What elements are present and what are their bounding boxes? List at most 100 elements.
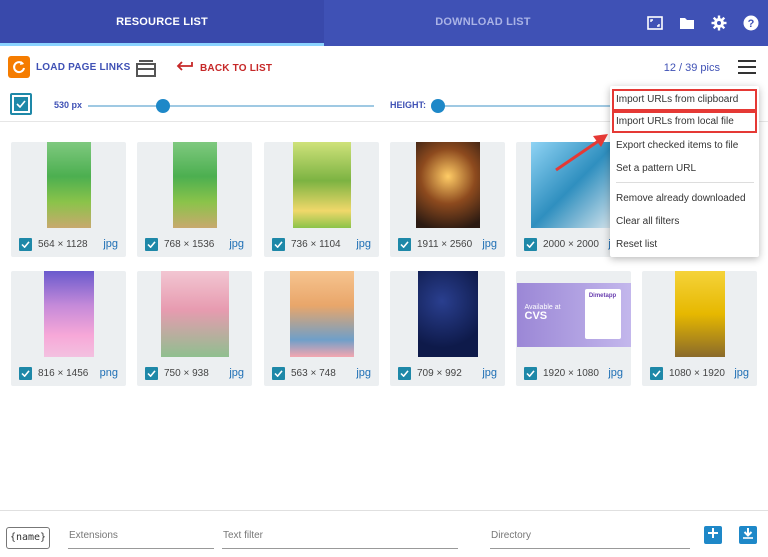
image-meta: 768 × 1536 jpg bbox=[137, 235, 252, 253]
image-extension: jpg bbox=[608, 367, 623, 379]
image-checkbox[interactable] bbox=[272, 366, 285, 380]
image-dimensions: 2000 × 2000 bbox=[543, 238, 599, 250]
directory-input[interactable] bbox=[491, 530, 690, 541]
menu-item-clear-filters[interactable]: Clear all filters bbox=[610, 211, 759, 233]
download-icon bbox=[742, 526, 754, 544]
back-arrow-icon bbox=[176, 59, 194, 77]
image-meta: 709 × 992 jpg bbox=[390, 364, 505, 382]
image-meta: 1920 × 1080 jpg bbox=[516, 364, 631, 382]
image-thumbnail[interactable] bbox=[530, 142, 617, 228]
image-checkbox[interactable] bbox=[650, 366, 663, 380]
image-thumbnail[interactable] bbox=[415, 142, 480, 228]
tab-resource-list[interactable]: RESOURCE LIST bbox=[0, 0, 324, 46]
image-extension: jpg bbox=[482, 367, 497, 379]
top-bar: RESOURCE LIST DOWNLOAD LIST ? bbox=[0, 0, 768, 46]
image-checkbox[interactable] bbox=[19, 237, 32, 251]
image-thumbnail[interactable] bbox=[674, 271, 725, 357]
extensions-input[interactable] bbox=[69, 530, 214, 541]
image-dimensions: 709 × 992 bbox=[417, 367, 462, 379]
image-dimensions: 736 × 1104 bbox=[291, 238, 341, 250]
fullscreen-icon[interactable] bbox=[646, 14, 664, 32]
image-thumbnail[interactable] bbox=[292, 142, 351, 228]
image-card[interactable]: 768 × 1536 jpg bbox=[137, 142, 252, 257]
reload-icon bbox=[8, 56, 30, 78]
menu-item-remove-downloaded[interactable]: Remove already downloaded bbox=[610, 188, 759, 210]
image-meta: 750 × 938 jpg bbox=[137, 364, 252, 382]
image-card[interactable]: 564 × 1128 jpg bbox=[11, 142, 126, 257]
image-checkbox[interactable] bbox=[524, 366, 537, 380]
image-meta: 1911 × 2560 jpg bbox=[390, 235, 505, 253]
image-meta: 564 × 1128 jpg bbox=[11, 235, 126, 253]
image-checkbox[interactable] bbox=[19, 366, 32, 380]
image-dimensions: 1080 × 1920 bbox=[669, 367, 725, 379]
folder-icon[interactable] bbox=[678, 14, 696, 32]
image-dimensions: 816 × 1456 bbox=[38, 367, 89, 379]
image-card[interactable]: 709 × 992 jpg bbox=[390, 271, 505, 386]
image-thumbnail[interactable]: Available at CVS Dimetapp bbox=[516, 283, 631, 347]
download-button[interactable] bbox=[739, 526, 757, 544]
back-to-list-button[interactable]: BACK TO LIST bbox=[176, 59, 272, 77]
image-checkbox[interactable] bbox=[145, 237, 158, 251]
select-all-checkbox[interactable] bbox=[10, 93, 32, 115]
image-meta: 816 × 1456 png bbox=[11, 364, 126, 382]
height-slider-thumb[interactable] bbox=[431, 99, 445, 113]
top-icons: ? bbox=[646, 0, 760, 46]
image-card[interactable]: 1911 × 2560 jpg bbox=[390, 142, 505, 257]
text-filter-field[interactable] bbox=[222, 527, 458, 549]
menu-item-reset-list[interactable]: Reset list bbox=[610, 234, 759, 256]
image-dimensions: 1911 × 2560 bbox=[417, 238, 473, 250]
image-dimensions: 564 × 1128 bbox=[38, 238, 88, 250]
height-slider-track[interactable] bbox=[436, 105, 610, 107]
ad-product: Dimetapp bbox=[584, 289, 621, 339]
image-card[interactable]: Available at CVS Dimetapp 1920 × 1080 jpg bbox=[516, 271, 631, 386]
image-thumbnail[interactable] bbox=[46, 142, 91, 228]
menu-item-export-checked[interactable]: Export checked items to file bbox=[610, 135, 759, 157]
image-checkbox[interactable] bbox=[145, 366, 158, 380]
pic-count: 12 / 39 pics bbox=[663, 62, 720, 74]
image-checkbox[interactable] bbox=[524, 237, 537, 251]
image-card[interactable]: 750 × 938 jpg bbox=[137, 271, 252, 386]
extensions-field[interactable] bbox=[68, 527, 214, 549]
width-slider-track[interactable] bbox=[88, 105, 374, 107]
height-label: HEIGHT: bbox=[390, 100, 426, 110]
toolbar: LOAD PAGE LINKS BACK TO LIST 12 / 39 pic… bbox=[0, 50, 768, 86]
image-extension: jpg bbox=[482, 238, 497, 250]
directory-field[interactable] bbox=[490, 527, 690, 549]
image-checkbox[interactable] bbox=[272, 237, 285, 251]
image-meta: 736 × 1104 jpg bbox=[264, 235, 379, 253]
gear-icon[interactable] bbox=[710, 14, 728, 32]
plus-icon bbox=[707, 526, 719, 544]
menu-item-set-pattern-url[interactable]: Set a pattern URL bbox=[610, 158, 759, 180]
menu-item-import-clipboard[interactable]: Import URLs from clipboard bbox=[610, 89, 759, 111]
add-button[interactable] bbox=[704, 526, 722, 544]
image-extension: jpg bbox=[229, 367, 244, 379]
options-menu: Import URLs from clipboard Import URLs f… bbox=[610, 86, 759, 257]
menu-item-import-local-file[interactable]: Import URLs from local file bbox=[610, 111, 759, 133]
image-extension: jpg bbox=[229, 238, 244, 250]
image-card[interactable]: 816 × 1456 png bbox=[11, 271, 126, 386]
text-filter-input[interactable] bbox=[223, 530, 458, 541]
image-dimensions: 563 × 748 bbox=[291, 367, 336, 379]
image-thumbnail[interactable] bbox=[43, 271, 94, 357]
image-thumbnail[interactable] bbox=[172, 142, 217, 228]
image-thumbnail[interactable] bbox=[160, 271, 229, 357]
layers-icon[interactable] bbox=[136, 58, 158, 78]
image-meta: 563 × 748 jpg bbox=[264, 364, 379, 382]
image-checkbox[interactable] bbox=[398, 237, 411, 251]
hamburger-icon[interactable] bbox=[738, 60, 756, 74]
menu-divider bbox=[616, 182, 754, 183]
tab-download-list[interactable]: DOWNLOAD LIST bbox=[324, 0, 642, 46]
help-icon[interactable]: ? bbox=[742, 14, 760, 32]
image-card[interactable]: 736 × 1104 jpg bbox=[264, 142, 379, 257]
image-checkbox[interactable] bbox=[398, 366, 411, 380]
image-card[interactable]: 1080 × 1920 jpg bbox=[642, 271, 757, 386]
name-template-button[interactable]: {name} bbox=[6, 527, 50, 549]
ad-text: Available at CVS bbox=[524, 304, 561, 322]
svg-text:?: ? bbox=[748, 18, 755, 30]
image-thumbnail[interactable] bbox=[289, 271, 354, 357]
image-card[interactable]: 563 × 748 jpg bbox=[264, 271, 379, 386]
width-slider-thumb[interactable] bbox=[156, 99, 170, 113]
image-thumbnail[interactable] bbox=[417, 271, 478, 357]
load-page-links-button[interactable]: LOAD PAGE LINKS bbox=[8, 56, 130, 78]
back-to-list-label: BACK TO LIST bbox=[200, 62, 273, 74]
